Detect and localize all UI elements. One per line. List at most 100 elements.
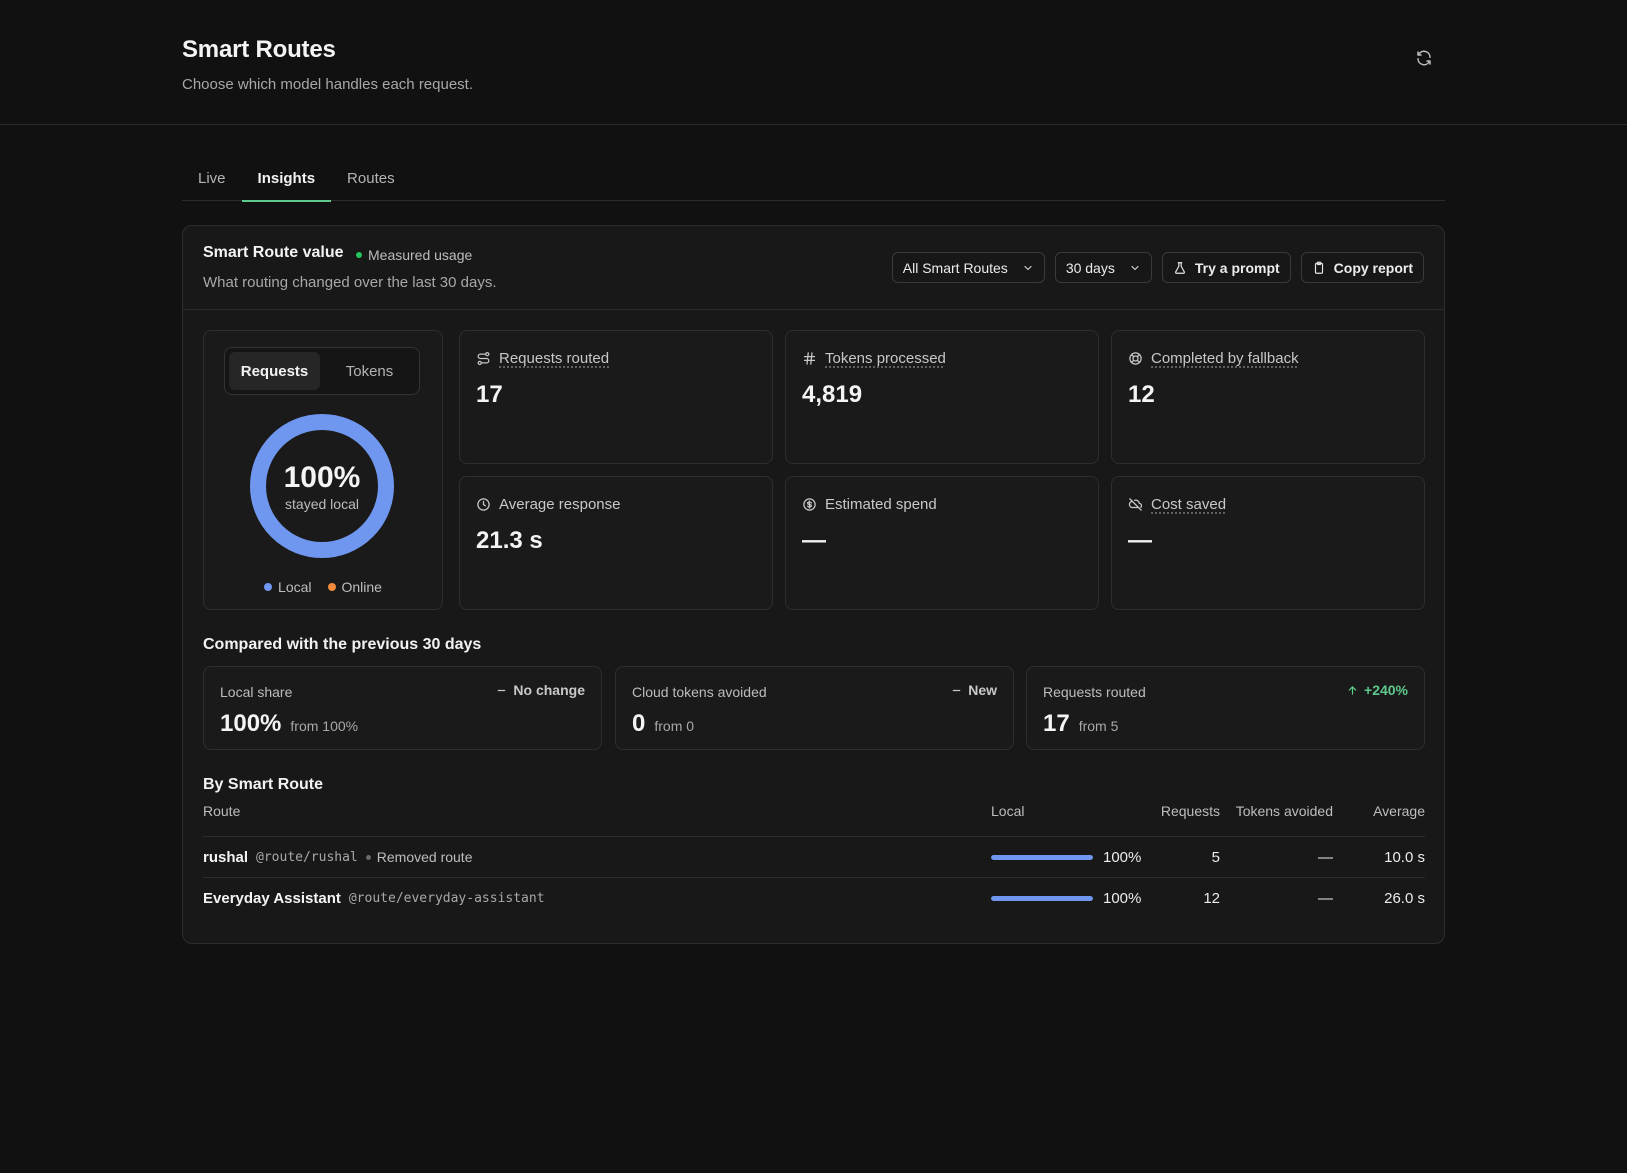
comparison-badge: +240% [1347,682,1408,698]
metric-label[interactable]: Completed by fallback [1151,350,1299,367]
route-filter-select[interactable]: All Smart Routes [891,252,1045,283]
column-header-tokens-avoided: Tokens avoided [1235,803,1333,819]
panel-controls: All Smart Routes 30 days Try a prompt Co… [891,252,1424,283]
metric-toggle: Requests Tokens [224,347,420,395]
clipboard-icon [1314,261,1323,274]
tab-routes[interactable]: Routes [331,160,411,201]
metric-card-requests-routed: Requests routed 17 [459,330,773,464]
metric-card-average-response: Average response 21.3 s [459,476,773,610]
local-share-bar [991,896,1093,901]
table-row[interactable]: rushal @route/rushal Removed route 100% … [203,837,1425,878]
metric-label[interactable]: Requests routed [499,350,609,367]
metric-card-completed-by-fallback: Completed by fallback 12 [1111,330,1425,464]
local-share-percent: 100% [1103,848,1142,866]
table-row[interactable]: Everyday Assistant @route/everyday-assis… [203,878,1425,919]
comparison-value: 100% [220,710,282,737]
tab-bar: Live Insights Routes [182,160,1445,202]
comparison-badge: No change [496,682,585,698]
column-header-local: Local [991,803,1025,819]
comparison-from: from 100% [290,718,359,734]
flask-icon [1174,261,1185,274]
refresh-icon [1417,50,1431,66]
removed-dot-icon [365,854,371,860]
comparison-value: 17 [1043,710,1070,737]
average-response: 26.0 s [1384,890,1425,907]
refresh-button[interactable] [1412,46,1436,70]
average-response: 10.0 s [1384,848,1425,866]
comparison-label: Local share [220,684,293,700]
donut-center: 100% stayed local [249,413,395,559]
comparison-title: Compared with the previous 30 days [203,636,482,653]
removed-route-badge: Removed route [365,849,473,865]
panel-description: What routing changed over the last 30 da… [203,274,497,291]
donut-legend: Local Online [204,579,442,595]
toggle-tokens[interactable]: Tokens [324,352,415,390]
column-header-requests: Requests [1160,803,1220,819]
legend-item-local: Local [264,579,312,595]
chevron-down-icon [1131,265,1139,270]
status-badge: Measured usage [356,247,472,263]
comparison-card-requests-routed: Requests routed +240% 17 from 5 [1026,666,1425,750]
period-select[interactable]: 30 days [1054,252,1152,283]
metric-value: — [802,527,826,554]
lifebuoy-icon [1129,352,1142,365]
status-label: Measured usage [368,247,473,263]
metric-value: 12 [1128,381,1155,408]
metric-label: Average response [499,496,621,513]
metric-value: 17 [476,381,503,408]
metric-value: 4,819 [802,381,863,408]
metric-card-estimated-spend: Estimated spend — [785,476,1099,610]
legend-local-dot-icon [264,583,273,591]
tokens-avoided: — [1318,848,1333,866]
donut-caption: stayed local [285,495,359,512]
metric-card-tokens-processed: Tokens processed 4,819 [785,330,1099,464]
column-header-route: Route [203,803,241,819]
requests-count: 5 [1211,848,1220,866]
metric-card-cost-saved: Cost saved — [1111,476,1425,610]
tab-live[interactable]: Live [182,160,242,201]
try-prompt-button[interactable]: Try a prompt [1161,252,1291,283]
period-value: 30 days [1065,259,1115,276]
column-header-average: Average [1373,803,1425,819]
local-share-card: Requests Tokens 100% stayed local Local … [203,330,443,610]
metric-value: — [1128,527,1152,554]
local-share-bar-fill [991,854,1093,860]
donut-percent: 100% [283,460,361,494]
toggle-requests[interactable]: Requests [229,352,320,390]
comparison-badge-label: New [968,682,997,698]
try-prompt-label: Try a prompt [1194,259,1280,276]
legend-local-label: Local [278,579,312,595]
comparison-badge: New [951,682,997,698]
metric-label[interactable]: Tokens processed [825,350,946,367]
legend-online-dot-icon [327,583,336,591]
copy-report-label: Copy report [1333,259,1413,276]
comparison-value: 0 [632,710,646,737]
panel-title: Smart Route value [203,244,344,261]
page-subtitle: Choose which model handles each request. [182,76,474,93]
metric-label: Estimated spend [825,496,937,513]
comparison-badge-label: No change [513,682,585,698]
page-title: Smart Routes [182,36,336,63]
requests-count: 12 [1203,890,1220,907]
panel-header: Smart Route value Measured usage What ro… [183,226,1444,310]
copy-report-button[interactable]: Copy report [1300,252,1424,283]
metric-label[interactable]: Cost saved [1151,496,1226,513]
route-filter-value: All Smart Routes [902,259,1008,276]
comparison-label: Cloud tokens avoided [632,684,767,700]
chevron-down-icon [1024,265,1032,270]
minus-icon [952,689,961,691]
comparison-card-local-share: Local share No change 100% from 100% [203,666,602,750]
removed-route-label: Removed route [376,849,473,865]
metric-value: 21.3 s [476,527,543,554]
comparison-from: from 5 [1078,718,1119,734]
page-header: Smart Routes Choose which model handles … [0,0,1627,125]
dollar-circle-icon [803,498,816,511]
arrow-up-icon [1348,685,1357,695]
local-share-percent: 100% [1103,890,1142,907]
local-share-bar-fill [991,896,1093,901]
route-name: Everyday Assistant [203,890,341,907]
table-header: Route Local Requests Tokens avoided Aver… [203,803,1425,837]
comparison-label: Requests routed [1043,684,1146,700]
tab-insights[interactable]: Insights [241,160,332,202]
tokens-avoided: — [1318,890,1333,907]
